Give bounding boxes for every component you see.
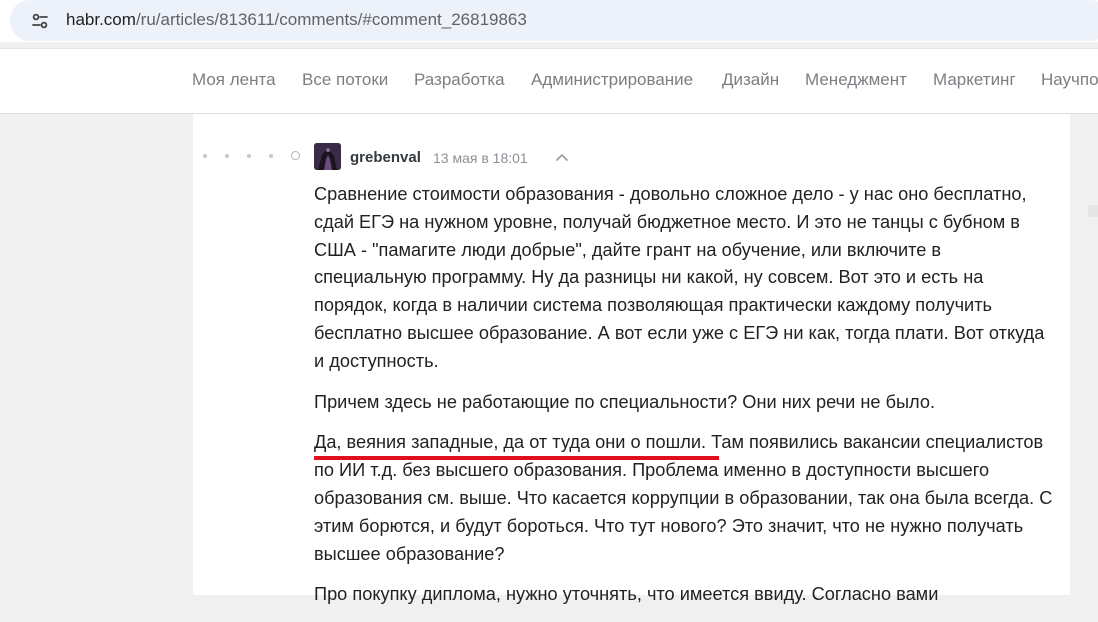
nav-item-development[interactable]: Разработка <box>414 70 505 90</box>
url-text[interactable]: habr.com/ru/articles/813611/comments/#co… <box>66 10 527 30</box>
nav-item-management[interactable]: Менеджмент <box>805 70 907 90</box>
nav-item-marketing[interactable]: Маркетинг <box>933 70 1016 90</box>
url-host: habr.com <box>66 10 136 29</box>
browser-address-bar: habr.com/ru/articles/813611/comments/#co… <box>0 0 1098 42</box>
highlighted-quote: Да, веяния западные, да от туда они о по… <box>314 432 701 453</box>
avatar[interactable] <box>314 143 341 170</box>
thread-dot <box>225 154 229 158</box>
comment-body: Сравнение стоимости образования - доволь… <box>314 181 1054 622</box>
top-nav: Моя лента Все потоки Разработка Админист… <box>0 49 1098 114</box>
comment-author[interactable]: grebenval <box>350 149 421 166</box>
tune-icon[interactable] <box>30 11 50 31</box>
avatar-image <box>314 143 341 170</box>
url-field[interactable]: habr.com/ru/articles/813611/comments/#co… <box>10 0 1098 41</box>
red-underline-annotation <box>314 456 719 460</box>
nav-item-all-streams[interactable]: Все потоки <box>302 70 388 90</box>
nav-item-my-feed[interactable]: Моя лента <box>192 70 276 90</box>
comment-paragraph: Причем здесь не работающие по специально… <box>314 391 936 412</box>
nav-item-popsci[interactable]: Научпоп <box>1041 70 1098 90</box>
chevron-up-icon[interactable] <box>554 151 570 163</box>
comment-paragraph: Сравнение стоимости образования - доволь… <box>314 184 1045 371</box>
thread-current-ring <box>291 151 300 160</box>
page-gutter <box>1070 114 1086 595</box>
nav-item-design[interactable]: Дизайн <box>722 70 779 90</box>
thread-dot <box>247 154 251 158</box>
comment-paragraph: Да, веяния западные, да от туда они о по… <box>314 429 1054 568</box>
nav-item-administration[interactable]: Администрирование <box>531 70 693 90</box>
thread-dot <box>203 154 207 158</box>
side-marker <box>1088 205 1098 217</box>
comment-paragraph: Про покупку диплома, нужно уточнять, что… <box>314 584 939 605</box>
comment-timestamp[interactable]: 13 мая в 18:01 <box>433 150 528 166</box>
url-path: /ru/articles/813611/comments/#comment_26… <box>135 10 527 29</box>
thread-dot <box>269 154 273 158</box>
